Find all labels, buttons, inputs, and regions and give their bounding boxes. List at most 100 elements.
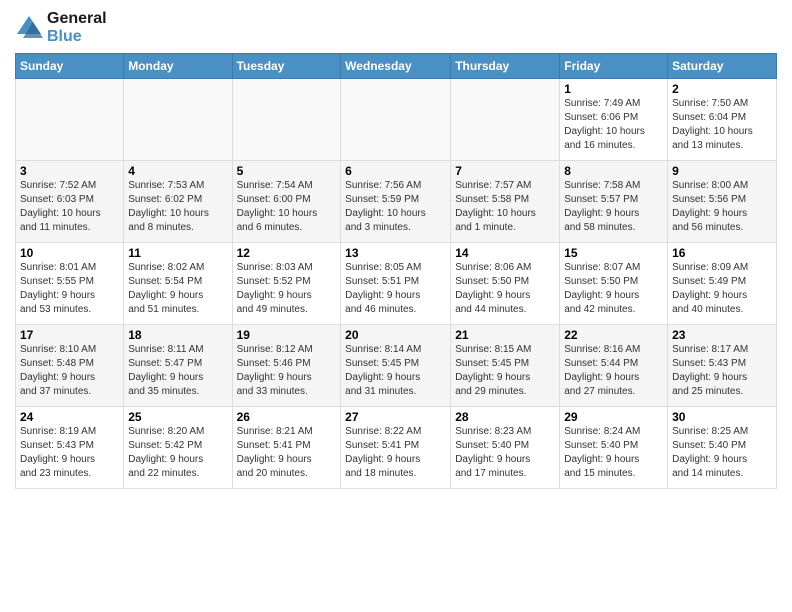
day-info: Sunrise: 8:24 AMSunset: 5:40 PMDaylight:… — [564, 425, 663, 481]
day-number: 14 — [455, 246, 555, 260]
calendar-cell: 27Sunrise: 8:22 AMSunset: 5:41 PMDayligh… — [341, 407, 451, 489]
calendar-cell: 12Sunrise: 8:03 AMSunset: 5:52 PMDayligh… — [232, 243, 341, 325]
calendar-cell: 13Sunrise: 8:05 AMSunset: 5:51 PMDayligh… — [341, 243, 451, 325]
day-info: Sunrise: 7:52 AMSunset: 6:03 PMDaylight:… — [20, 179, 119, 235]
calendar-cell: 26Sunrise: 8:21 AMSunset: 5:41 PMDayligh… — [232, 407, 341, 489]
day-info: Sunrise: 8:25 AMSunset: 5:40 PMDaylight:… — [672, 425, 772, 481]
day-number: 16 — [672, 246, 772, 260]
calendar-cell: 29Sunrise: 8:24 AMSunset: 5:40 PMDayligh… — [560, 407, 668, 489]
day-number: 3 — [20, 164, 119, 178]
weekday-header-tuesday: Tuesday — [232, 54, 341, 79]
calendar-cell — [451, 79, 560, 161]
day-number: 27 — [345, 410, 446, 424]
day-info: Sunrise: 8:12 AMSunset: 5:46 PMDaylight:… — [237, 343, 337, 399]
day-number: 13 — [345, 246, 446, 260]
day-info: Sunrise: 8:02 AMSunset: 5:54 PMDaylight:… — [128, 261, 227, 317]
day-info: Sunrise: 8:17 AMSunset: 5:43 PMDaylight:… — [672, 343, 772, 399]
calendar-cell: 16Sunrise: 8:09 AMSunset: 5:49 PMDayligh… — [668, 243, 777, 325]
day-number: 25 — [128, 410, 227, 424]
calendar-cell: 9Sunrise: 8:00 AMSunset: 5:56 PMDaylight… — [668, 161, 777, 243]
calendar-week-row: 1Sunrise: 7:49 AMSunset: 6:06 PMDaylight… — [16, 79, 777, 161]
day-number: 24 — [20, 410, 119, 424]
weekday-header-friday: Friday — [560, 54, 668, 79]
day-number: 5 — [237, 164, 337, 178]
day-info: Sunrise: 7:58 AMSunset: 5:57 PMDaylight:… — [564, 179, 663, 235]
day-info: Sunrise: 8:23 AMSunset: 5:40 PMDaylight:… — [455, 425, 555, 481]
calendar-cell: 3Sunrise: 7:52 AMSunset: 6:03 PMDaylight… — [16, 161, 124, 243]
calendar-cell: 19Sunrise: 8:12 AMSunset: 5:46 PMDayligh… — [232, 325, 341, 407]
day-number: 28 — [455, 410, 555, 424]
calendar-cell: 11Sunrise: 8:02 AMSunset: 5:54 PMDayligh… — [124, 243, 232, 325]
day-number: 17 — [20, 328, 119, 342]
calendar-week-row: 24Sunrise: 8:19 AMSunset: 5:43 PMDayligh… — [16, 407, 777, 489]
calendar-cell: 24Sunrise: 8:19 AMSunset: 5:43 PMDayligh… — [16, 407, 124, 489]
calendar-cell: 10Sunrise: 8:01 AMSunset: 5:55 PMDayligh… — [16, 243, 124, 325]
calendar-cell: 17Sunrise: 8:10 AMSunset: 5:48 PMDayligh… — [16, 325, 124, 407]
calendar-cell: 30Sunrise: 8:25 AMSunset: 5:40 PMDayligh… — [668, 407, 777, 489]
day-info: Sunrise: 8:19 AMSunset: 5:43 PMDaylight:… — [20, 425, 119, 481]
calendar-header: SundayMondayTuesdayWednesdayThursdayFrid… — [16, 54, 777, 79]
day-info: Sunrise: 7:50 AMSunset: 6:04 PMDaylight:… — [672, 97, 772, 153]
calendar-week-row: 3Sunrise: 7:52 AMSunset: 6:03 PMDaylight… — [16, 161, 777, 243]
weekday-header-saturday: Saturday — [668, 54, 777, 79]
weekday-header-monday: Monday — [124, 54, 232, 79]
day-number: 6 — [345, 164, 446, 178]
day-number: 8 — [564, 164, 663, 178]
calendar-cell: 18Sunrise: 8:11 AMSunset: 5:47 PMDayligh… — [124, 325, 232, 407]
calendar-cell: 8Sunrise: 7:58 AMSunset: 5:57 PMDaylight… — [560, 161, 668, 243]
day-info: Sunrise: 8:09 AMSunset: 5:49 PMDaylight:… — [672, 261, 772, 317]
day-number: 15 — [564, 246, 663, 260]
calendar-cell: 22Sunrise: 8:16 AMSunset: 5:44 PMDayligh… — [560, 325, 668, 407]
day-number: 19 — [237, 328, 337, 342]
day-number: 26 — [237, 410, 337, 424]
day-info: Sunrise: 8:07 AMSunset: 5:50 PMDaylight:… — [564, 261, 663, 317]
calendar-body: 1Sunrise: 7:49 AMSunset: 6:06 PMDaylight… — [16, 79, 777, 489]
calendar-cell: 2Sunrise: 7:50 AMSunset: 6:04 PMDaylight… — [668, 79, 777, 161]
calendar-cell: 6Sunrise: 7:56 AMSunset: 5:59 PMDaylight… — [341, 161, 451, 243]
weekday-header-wednesday: Wednesday — [341, 54, 451, 79]
day-number: 22 — [564, 328, 663, 342]
calendar-cell: 5Sunrise: 7:54 AMSunset: 6:00 PMDaylight… — [232, 161, 341, 243]
calendar-cell: 21Sunrise: 8:15 AMSunset: 5:45 PMDayligh… — [451, 325, 560, 407]
calendar-cell: 15Sunrise: 8:07 AMSunset: 5:50 PMDayligh… — [560, 243, 668, 325]
day-info: Sunrise: 8:20 AMSunset: 5:42 PMDaylight:… — [128, 425, 227, 481]
logo-text: General Blue — [47, 10, 107, 45]
day-number: 4 — [128, 164, 227, 178]
day-info: Sunrise: 8:21 AMSunset: 5:41 PMDaylight:… — [237, 425, 337, 481]
day-number: 30 — [672, 410, 772, 424]
calendar-cell — [232, 79, 341, 161]
day-info: Sunrise: 8:06 AMSunset: 5:50 PMDaylight:… — [455, 261, 555, 317]
calendar-cell: 28Sunrise: 8:23 AMSunset: 5:40 PMDayligh… — [451, 407, 560, 489]
calendar-cell — [16, 79, 124, 161]
day-number: 23 — [672, 328, 772, 342]
calendar-table: SundayMondayTuesdayWednesdayThursdayFrid… — [15, 53, 777, 489]
day-number: 7 — [455, 164, 555, 178]
calendar-week-row: 10Sunrise: 8:01 AMSunset: 5:55 PMDayligh… — [16, 243, 777, 325]
day-info: Sunrise: 8:22 AMSunset: 5:41 PMDaylight:… — [345, 425, 446, 481]
day-number: 10 — [20, 246, 119, 260]
day-info: Sunrise: 7:54 AMSunset: 6:00 PMDaylight:… — [237, 179, 337, 235]
day-number: 18 — [128, 328, 227, 342]
logo: General Blue — [15, 10, 107, 45]
day-info: Sunrise: 8:00 AMSunset: 5:56 PMDaylight:… — [672, 179, 772, 235]
day-info: Sunrise: 8:11 AMSunset: 5:47 PMDaylight:… — [128, 343, 227, 399]
day-number: 29 — [564, 410, 663, 424]
weekday-header-row: SundayMondayTuesdayWednesdayThursdayFrid… — [16, 54, 777, 79]
day-number: 21 — [455, 328, 555, 342]
day-number: 11 — [128, 246, 227, 260]
calendar-cell: 4Sunrise: 7:53 AMSunset: 6:02 PMDaylight… — [124, 161, 232, 243]
day-info: Sunrise: 7:56 AMSunset: 5:59 PMDaylight:… — [345, 179, 446, 235]
calendar-cell: 25Sunrise: 8:20 AMSunset: 5:42 PMDayligh… — [124, 407, 232, 489]
weekday-header-thursday: Thursday — [451, 54, 560, 79]
day-info: Sunrise: 8:03 AMSunset: 5:52 PMDaylight:… — [237, 261, 337, 317]
logo-icon — [15, 14, 43, 42]
day-info: Sunrise: 7:49 AMSunset: 6:06 PMDaylight:… — [564, 97, 663, 153]
calendar-cell: 14Sunrise: 8:06 AMSunset: 5:50 PMDayligh… — [451, 243, 560, 325]
day-info: Sunrise: 8:10 AMSunset: 5:48 PMDaylight:… — [20, 343, 119, 399]
day-info: Sunrise: 7:53 AMSunset: 6:02 PMDaylight:… — [128, 179, 227, 235]
day-number: 1 — [564, 82, 663, 96]
day-info: Sunrise: 8:01 AMSunset: 5:55 PMDaylight:… — [20, 261, 119, 317]
calendar-cell: 7Sunrise: 7:57 AMSunset: 5:58 PMDaylight… — [451, 161, 560, 243]
day-info: Sunrise: 8:15 AMSunset: 5:45 PMDaylight:… — [455, 343, 555, 399]
calendar-cell — [341, 79, 451, 161]
